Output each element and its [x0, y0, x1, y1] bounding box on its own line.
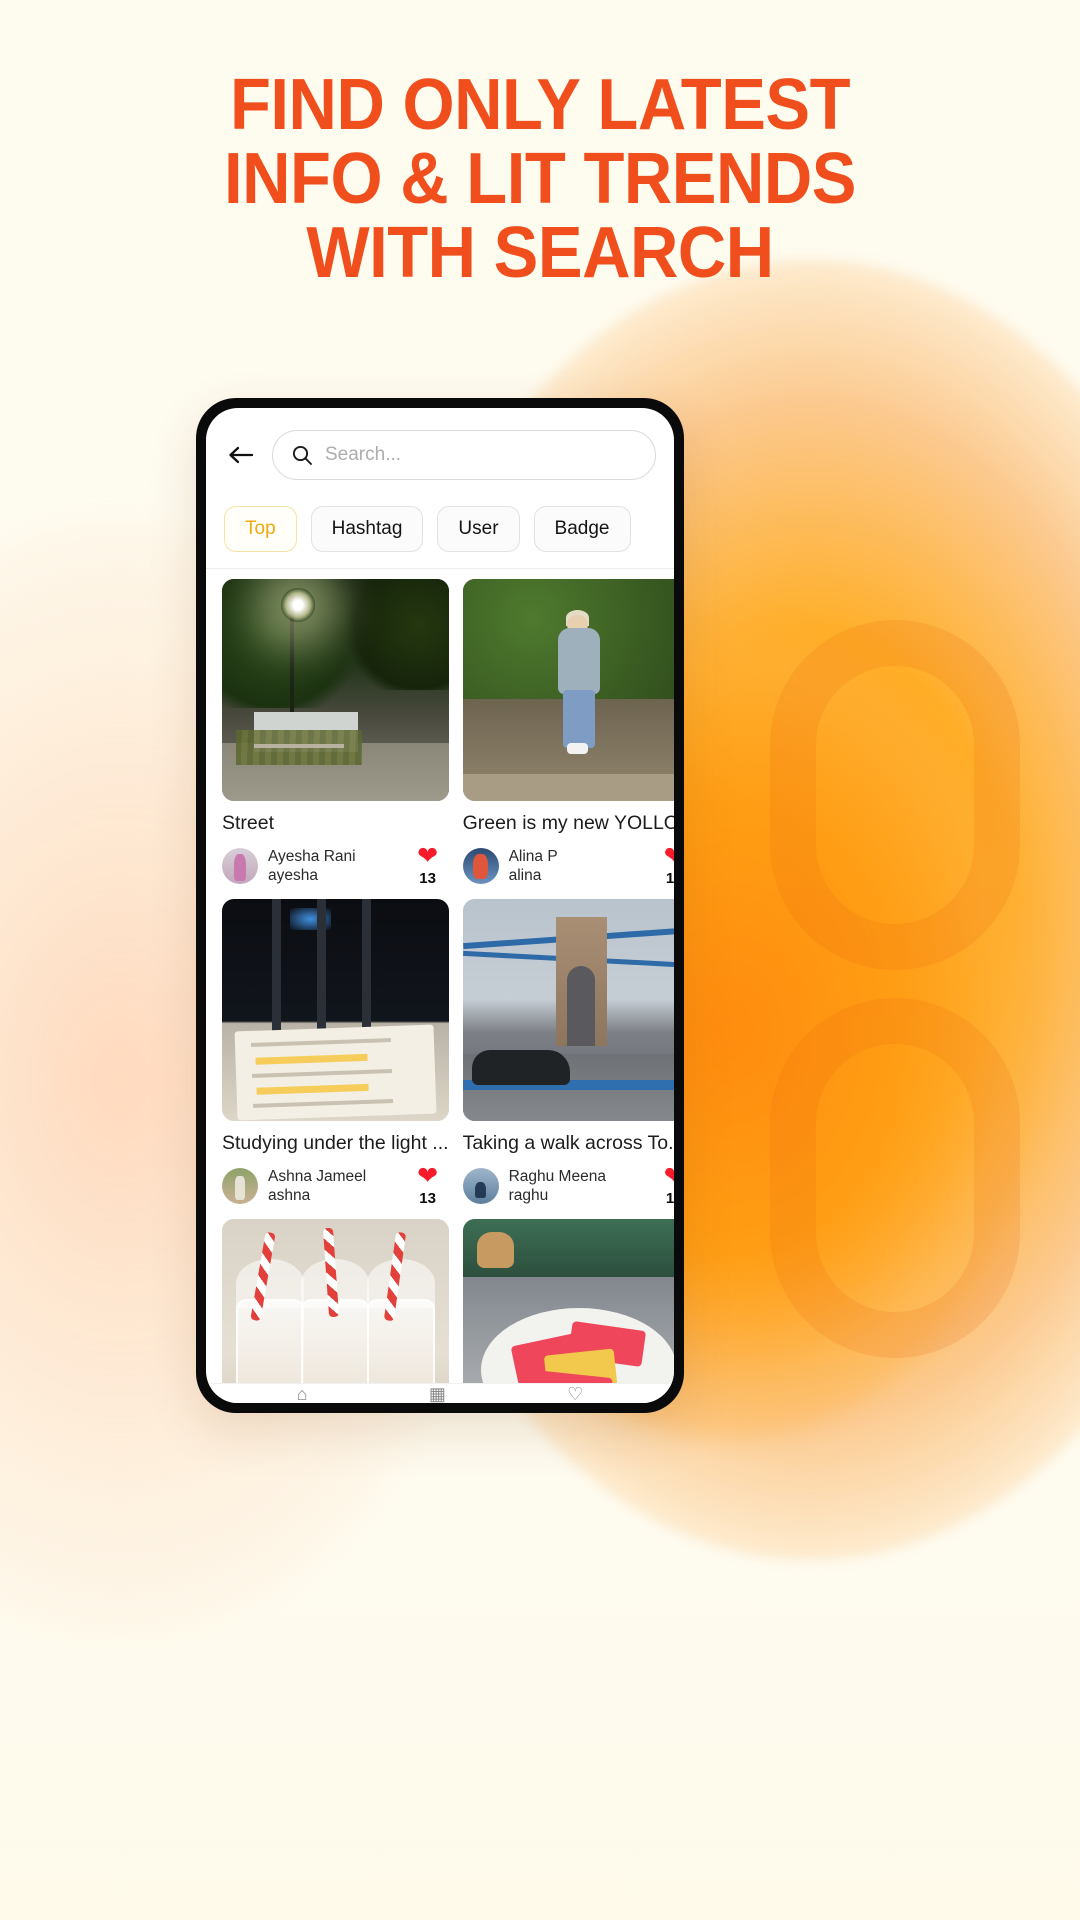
chip-hashtag-label: Hashtag	[331, 518, 403, 539]
search-results-grid: Street Ayesha Rani ayesha ❤ 13 Green is …	[206, 569, 674, 1403]
result-card[interactable]	[222, 1219, 449, 1403]
search-icon	[292, 445, 312, 465]
search-header: Search...	[206, 408, 674, 490]
chip-top-label: Top	[245, 518, 276, 539]
photo-green	[462, 579, 674, 801]
heart-icon: ❤	[417, 842, 439, 870]
result-thumbnail[interactable]	[222, 1219, 449, 1403]
like-count: 13	[665, 870, 674, 887]
avatar[interactable]	[462, 848, 499, 884]
like-block[interactable]: ❤ 12	[653, 1164, 674, 1208]
result-title: Studying under the light ...	[222, 1132, 449, 1154]
result-card[interactable]	[462, 1219, 674, 1403]
photo-study	[222, 899, 449, 1121]
phone-screen: Search... Top Hashtag User Badge Street …	[206, 408, 674, 1403]
result-meta: Alina P alina ❤ 13	[462, 844, 674, 888]
heart-icon: ❤	[417, 1162, 439, 1190]
result-user[interactable]: Alina P alina	[509, 847, 644, 886]
user-fullname: Alina P	[508, 847, 558, 865]
chip-hashtag[interactable]: Hashtag	[310, 506, 424, 552]
user-fullname: Ashna Jameel	[268, 1167, 367, 1185]
chip-user[interactable]: User	[437, 506, 520, 552]
bottom-navigation: ⌂ ▦ ♡	[206, 1383, 674, 1403]
heart-icon: ❤	[653, 1164, 674, 1189]
result-card[interactable]: Green is my new YOLLO... Alina P alina ❤…	[462, 579, 674, 893]
avatar[interactable]	[222, 1168, 258, 1204]
grid-icon[interactable]: ▦	[429, 1384, 446, 1403]
chip-badge[interactable]: Badge	[533, 506, 631, 552]
search-input[interactable]: Search...	[272, 430, 656, 480]
result-meta: Raghu Meena raghu ❤ 12	[462, 1164, 674, 1208]
arrow-left-icon	[229, 446, 254, 464]
chip-top[interactable]: Top	[224, 506, 297, 552]
result-thumbnail[interactable]	[222, 579, 449, 801]
like-block[interactable]: ❤ 13	[407, 842, 449, 888]
result-card[interactable]: Taking a walk across To... Raghu Meena r…	[462, 899, 674, 1213]
user-fullname: Ayesha Rani	[268, 847, 356, 865]
result-card[interactable]: Street Ayesha Rani ayesha ❤ 13	[222, 579, 449, 893]
home-icon[interactable]: ⌂	[297, 1384, 308, 1403]
result-user[interactable]: Ayesha Rani ayesha	[268, 847, 397, 886]
headline-line-1: FIND ONLY LATEST	[229, 65, 851, 145]
result-title: Green is my new YOLLO...	[462, 812, 674, 834]
user-handle: raghu	[508, 1187, 549, 1204]
photo-street	[222, 579, 449, 801]
back-button[interactable]	[224, 438, 258, 472]
avatar[interactable]	[222, 848, 258, 884]
user-handle: ayesha	[268, 867, 318, 884]
result-user[interactable]: Raghu Meena raghu	[509, 1167, 644, 1206]
result-title: Street	[222, 812, 275, 834]
background-watermark-shape	[770, 620, 1020, 1360]
result-title: Taking a walk across To...	[462, 1132, 674, 1154]
like-block[interactable]: ❤ 13	[407, 1162, 449, 1208]
chip-user-label: User	[458, 518, 499, 539]
bookmark-icon[interactable]: ♡	[567, 1384, 583, 1403]
like-count: 12	[665, 1190, 674, 1207]
user-handle: alina	[508, 867, 542, 884]
heart-icon: ❤	[653, 844, 674, 869]
photo-bridge	[462, 899, 674, 1121]
like-count: 13	[419, 870, 436, 887]
result-thumbnail[interactable]	[462, 899, 674, 1121]
headline-line-2: INFO & LIT TRENDS	[224, 139, 856, 219]
result-meta: Ashna Jameel ashna ❤ 13	[222, 1162, 449, 1208]
result-thumbnail[interactable]	[462, 579, 674, 801]
user-fullname: Raghu Meena	[508, 1167, 606, 1185]
search-placeholder-text: Search...	[325, 444, 402, 465]
avatar[interactable]	[462, 1168, 499, 1204]
photo-watermelon	[462, 1219, 674, 1403]
promo-headline: FIND ONLY LATEST INFO & LIT TRENDS WITH …	[0, 68, 1080, 290]
result-thumbnail[interactable]	[222, 899, 449, 1121]
like-block[interactable]: ❤ 13	[653, 844, 674, 888]
result-card[interactable]: Studying under the light ... Ashna Jamee…	[222, 899, 449, 1213]
chip-badge-label: Badge	[554, 518, 610, 539]
result-user[interactable]: Ashna Jameel ashna	[268, 1167, 397, 1206]
filter-chips: Top Hashtag User Badge	[206, 490, 674, 569]
photo-milkshake	[222, 1219, 449, 1403]
background-fade-bottom	[0, 1580, 1080, 1920]
user-handle: ashna	[268, 1187, 311, 1204]
phone-mockup: Search... Top Hashtag User Badge Street …	[196, 398, 684, 1413]
result-meta: Ayesha Rani ayesha ❤ 13	[222, 842, 449, 888]
result-thumbnail[interactable]	[462, 1219, 674, 1403]
headline-line-3: WITH SEARCH	[306, 213, 774, 293]
like-count: 13	[419, 1190, 436, 1207]
